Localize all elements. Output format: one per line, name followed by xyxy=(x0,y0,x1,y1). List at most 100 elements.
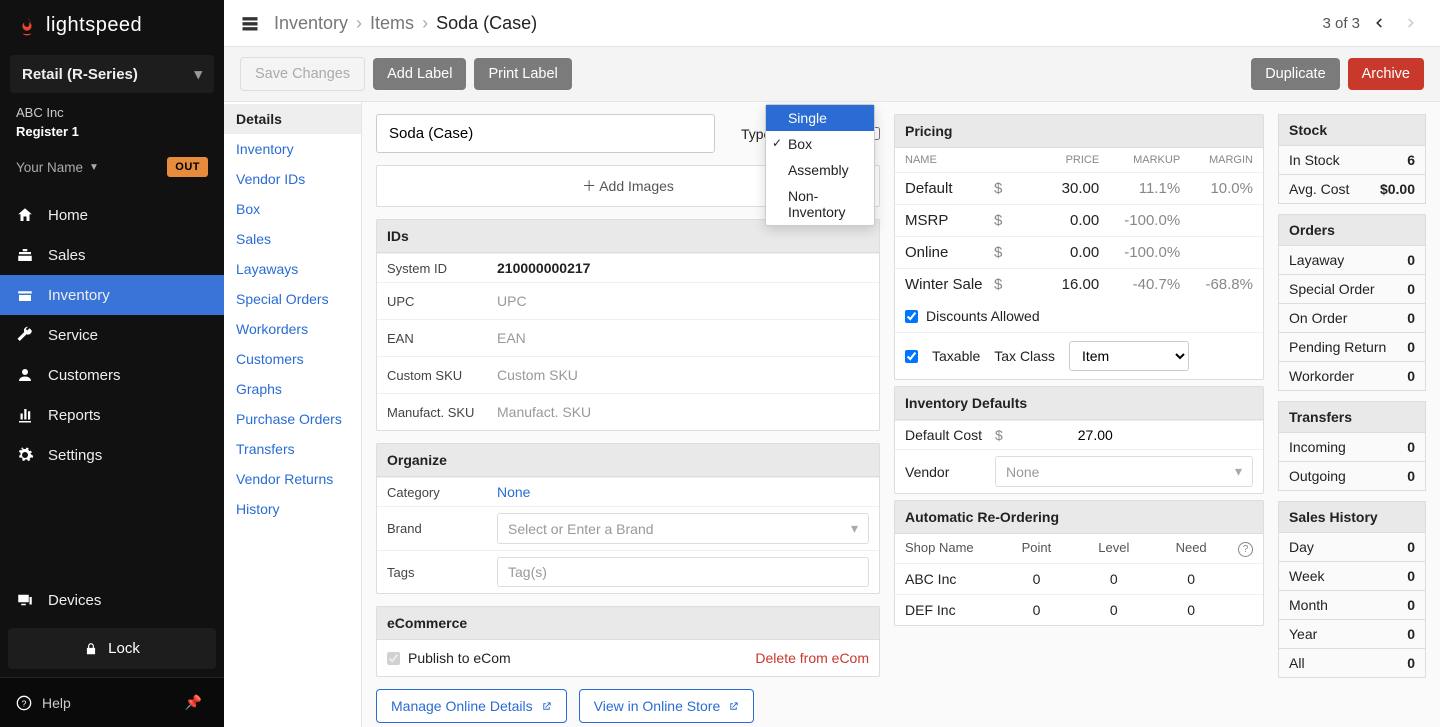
breadcrumb-items[interactable]: Items xyxy=(370,13,414,34)
pin-icon[interactable]: 📌 xyxy=(179,690,208,715)
type-option-non-inventory[interactable]: Non-Inventory xyxy=(766,183,874,225)
flame-icon xyxy=(16,15,38,37)
delete-ecom-link[interactable]: Delete from eCom xyxy=(755,650,869,666)
reorder-level-input[interactable]: 0 xyxy=(1075,571,1152,587)
avg-cost-value: $0.00 xyxy=(1380,181,1415,197)
ean-input[interactable] xyxy=(497,326,869,350)
price-row-online: Online$ 0.00 -100.0% xyxy=(895,236,1263,268)
main: Inventory › Items › Soda (Case) 3 of 3 S… xyxy=(224,0,1440,727)
section-organize: Organize Category None Brand Select or E… xyxy=(376,443,880,594)
archive-button[interactable]: Archive xyxy=(1348,58,1424,90)
taxable-checkbox[interactable] xyxy=(905,350,918,363)
discounts-checkbox[interactable] xyxy=(905,310,918,323)
price-msrp[interactable]: 0.00 xyxy=(1018,212,1099,229)
platform-selector[interactable]: Retail (R-Series) ▾ xyxy=(10,55,214,93)
category-value[interactable]: None xyxy=(497,484,530,500)
brand-text: lightspeed xyxy=(46,14,142,37)
type-dropdown[interactable]: Single Box Assembly Non-Inventory xyxy=(765,104,875,226)
register-icon xyxy=(16,246,34,264)
price-online[interactable]: 0.00 xyxy=(1018,244,1099,261)
print-label-button[interactable]: Print Label xyxy=(474,58,571,90)
external-icon xyxy=(541,701,552,712)
price-row-winter-sale: Winter Sale$ 16.00 -40.7% -68.8% xyxy=(895,268,1263,300)
sub-nav-box[interactable]: Box xyxy=(224,194,361,224)
price-row-default: Default$ 30.00 11.1% 10.0% xyxy=(895,172,1263,204)
add-label-button[interactable]: Add Label xyxy=(373,58,466,90)
gear-icon xyxy=(16,446,34,464)
sub-nav-workorders[interactable]: Workorders xyxy=(224,314,361,344)
price-row-msrp: MSRP$ 0.00 -100.0% xyxy=(895,204,1263,236)
help-button[interactable]: ? Help xyxy=(16,695,71,711)
sub-nav-layaways[interactable]: Layaways xyxy=(224,254,361,284)
ean-label: EAN xyxy=(387,331,497,346)
upc-label: UPC xyxy=(387,294,497,309)
type-option-box[interactable]: Box xyxy=(766,131,874,157)
external-icon xyxy=(728,701,739,712)
sub-nav-sales[interactable]: Sales xyxy=(224,224,361,254)
sub-nav-customers[interactable]: Customers xyxy=(224,344,361,374)
section-inventory-defaults: Inventory Defaults Default Cost $ Vendor… xyxy=(894,386,1264,494)
system-id-value: 210000000217 xyxy=(497,260,869,276)
manufact-sku-input[interactable] xyxy=(497,400,869,424)
custom-sku-input[interactable] xyxy=(497,363,869,387)
section-organize-head: Organize xyxy=(377,444,879,477)
brand-select[interactable]: Select or Enter a Brand ▾ xyxy=(497,513,869,544)
breadcrumb-inventory[interactable]: Inventory xyxy=(274,13,348,34)
breadcrumb-current: Soda (Case) xyxy=(436,13,537,34)
upc-input[interactable] xyxy=(497,289,869,313)
chevron-down-icon: ▾ xyxy=(851,520,858,537)
type-option-assembly[interactable]: Assembly xyxy=(766,157,874,183)
reorder-point-input[interactable]: 0 xyxy=(998,571,1075,587)
pager-prev[interactable] xyxy=(1366,10,1392,36)
default-cost-label: Default Cost xyxy=(905,427,985,443)
tags-input[interactable] xyxy=(497,557,869,587)
out-badge[interactable]: OUT xyxy=(167,157,208,177)
vendor-select[interactable]: None ▾ xyxy=(995,456,1253,487)
help-row: ? Help 📌 xyxy=(0,677,224,727)
reorder-level-input[interactable]: 0 xyxy=(1075,602,1152,618)
publish-ecom-toggle[interactable]: Publish to eCom xyxy=(387,650,511,666)
section-pricing: Pricing NAME PRICE MARKUP MARGIN Default… xyxy=(894,114,1264,380)
nav-inventory[interactable]: Inventory xyxy=(0,275,224,315)
sub-nav-inventory[interactable]: Inventory xyxy=(224,134,361,164)
sub-nav-vendor-returns[interactable]: Vendor Returns xyxy=(224,464,361,494)
category-label: Category xyxy=(387,485,497,500)
help-icon[interactable]: ? xyxy=(1238,542,1253,557)
sub-nav-graphs[interactable]: Graphs xyxy=(224,374,361,404)
nav-sales[interactable]: Sales xyxy=(0,235,224,275)
manage-online-button[interactable]: Manage Online Details xyxy=(376,689,567,723)
user-menu[interactable]: Your Name ▼ xyxy=(16,160,99,175)
col-mid: Pricing NAME PRICE MARKUP MARGIN Default… xyxy=(894,114,1264,626)
main-nav: Home Sales Inventory Service Customers R… xyxy=(0,195,224,475)
sub-nav-history[interactable]: History xyxy=(224,494,361,524)
sub-nav-vendor-ids[interactable]: Vendor IDs xyxy=(224,164,361,194)
item-name-input[interactable] xyxy=(376,114,715,153)
price-default[interactable]: 30.00 xyxy=(1018,180,1099,197)
reorder-point-input[interactable]: 0 xyxy=(998,602,1075,618)
nav-devices[interactable]: Devices xyxy=(0,580,224,620)
user-icon xyxy=(16,366,34,384)
sub-nav-purchase-orders[interactable]: Purchase Orders xyxy=(224,404,361,434)
nav-customers[interactable]: Customers xyxy=(0,355,224,395)
lock-button[interactable]: Lock xyxy=(8,628,216,669)
sidebar: lightspeed Retail (R-Series) ▾ ABC Inc R… xyxy=(0,0,224,727)
lock-icon xyxy=(84,642,98,656)
default-cost-input[interactable] xyxy=(1013,427,1113,443)
duplicate-button[interactable]: Duplicate xyxy=(1251,58,1339,90)
wrench-icon xyxy=(16,326,34,344)
manufact-sku-label: Manufact. SKU xyxy=(387,405,497,420)
panel-transfers: Transfers Incoming0 Outgoing0 xyxy=(1278,401,1426,491)
nav-home[interactable]: Home xyxy=(0,195,224,235)
nav-settings[interactable]: Settings xyxy=(0,435,224,475)
nav-reports[interactable]: Reports xyxy=(0,395,224,435)
nav-service[interactable]: Service xyxy=(0,315,224,355)
price-winter[interactable]: 16.00 xyxy=(1018,276,1099,293)
sub-nav-transfers[interactable]: Transfers xyxy=(224,434,361,464)
tax-class-select[interactable]: Item xyxy=(1069,341,1189,371)
view-online-button[interactable]: View in Online Store xyxy=(579,689,755,723)
type-option-single[interactable]: Single xyxy=(766,105,874,131)
chevron-down-icon: ▼ xyxy=(89,162,99,173)
sub-nav-details[interactable]: Details xyxy=(224,104,361,134)
sub-nav-special-orders[interactable]: Special Orders xyxy=(224,284,361,314)
section-reorder-head: Automatic Re-Ordering xyxy=(895,501,1263,534)
